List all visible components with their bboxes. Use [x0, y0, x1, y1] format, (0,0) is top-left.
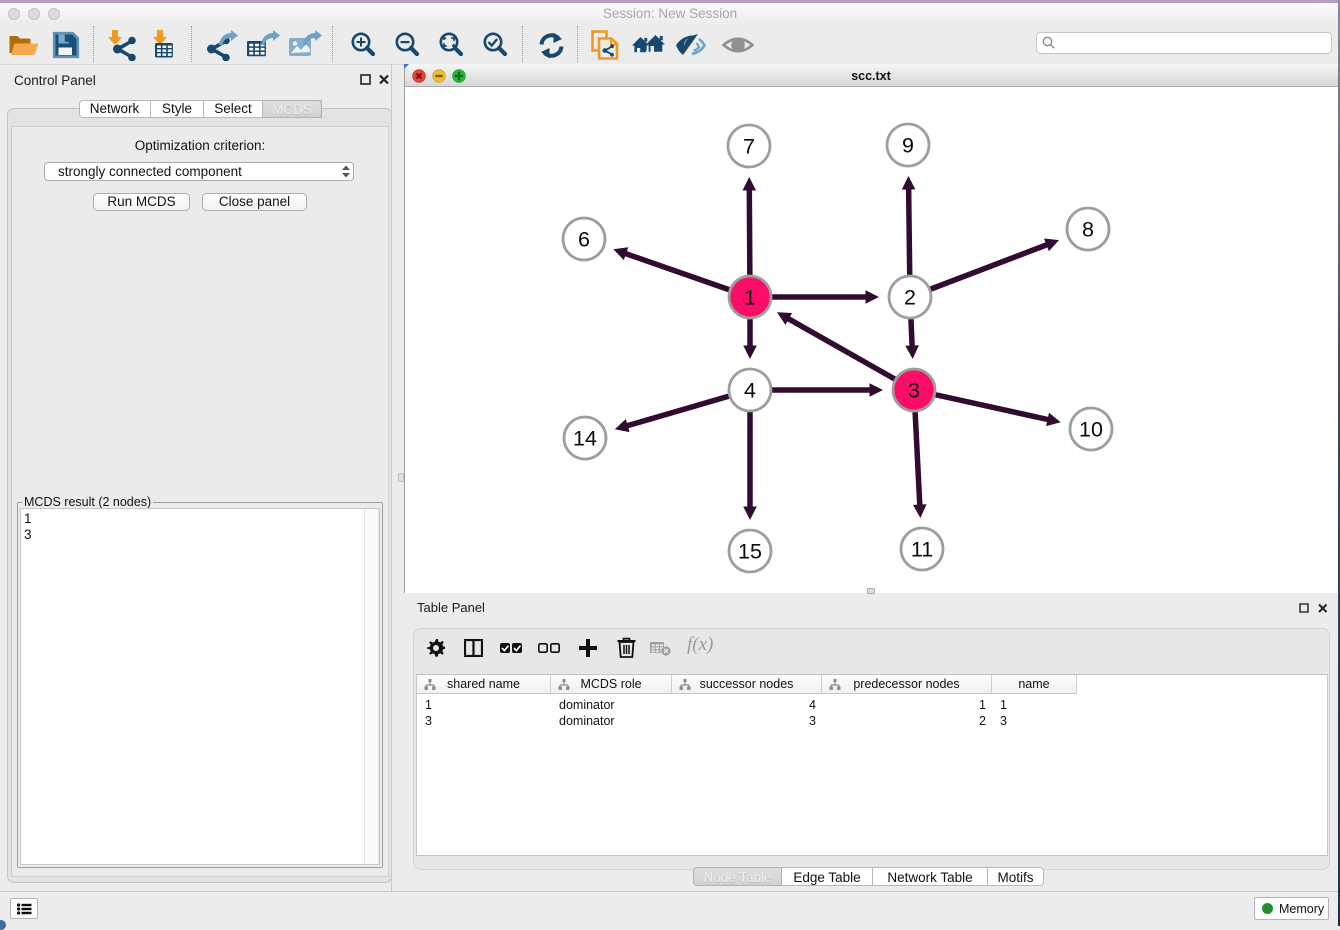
svg-text:8: 8	[1082, 218, 1094, 242]
svg-text:10: 10	[1079, 418, 1103, 442]
svg-text:1: 1	[744, 286, 756, 310]
svg-text:11: 11	[911, 538, 933, 562]
svg-text:15: 15	[738, 540, 762, 564]
svg-text:14: 14	[573, 427, 597, 451]
svg-text:3: 3	[908, 379, 920, 403]
svg-text:2: 2	[904, 286, 916, 310]
svg-text:6: 6	[578, 228, 590, 252]
svg-text:7: 7	[743, 135, 755, 159]
svg-text:4: 4	[744, 379, 756, 403]
svg-text:9: 9	[902, 134, 914, 158]
